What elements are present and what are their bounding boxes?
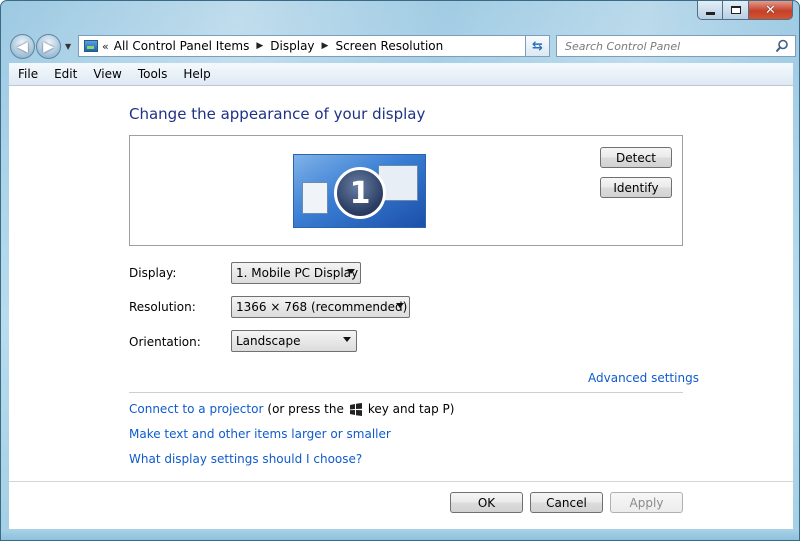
address-bar[interactable]: « All Control Panel Items ▶ Display ▶ Sc… — [78, 35, 549, 57]
display-settings-help-link[interactable]: What display settings should I choose? — [129, 452, 362, 466]
chevron-down-icon — [396, 303, 404, 308]
orientation-select[interactable]: Landscape — [231, 330, 357, 352]
search-input[interactable] — [563, 38, 767, 54]
orientation-label: Orientation: — [129, 335, 201, 349]
detect-button[interactable]: Detect — [600, 147, 672, 168]
close-icon: ✕ — [765, 2, 776, 18]
monitor-number-badge: 1 — [334, 167, 386, 219]
close-button[interactable]: ✕ — [749, 1, 793, 20]
projector-note-suffix: key and tap P) — [367, 402, 455, 416]
control-panel-icon — [84, 40, 98, 52]
display-select-value: 1. Mobile PC Display — [236, 266, 359, 280]
cancel-button[interactable]: Cancel — [530, 492, 603, 513]
projector-row: Connect to a projector (or press the key… — [129, 402, 454, 416]
refresh-button[interactable]: ⇆ — [525, 35, 550, 57]
window-frame-bottom — [1, 529, 799, 540]
breadcrumb-separator-icon[interactable]: ▶ — [256, 41, 263, 51]
menu-tools[interactable]: Tools — [129, 67, 175, 81]
display-label: Display: — [129, 266, 177, 280]
ok-button[interactable]: OK — [450, 492, 523, 513]
breadcrumb-separator-icon[interactable]: ▶ — [322, 41, 329, 51]
menu-view[interactable]: View — [84, 67, 128, 81]
back-button[interactable]: ◀ — [10, 34, 35, 59]
monitor-arrangement: 1 Detect Identify — [129, 135, 683, 246]
desktop-window-thumbnail — [302, 182, 328, 214]
recent-pages-dropdown[interactable]: ▼ — [65, 42, 71, 51]
overflow-chevron-icon[interactable]: « — [102, 40, 109, 53]
maximize-button[interactable] — [723, 1, 749, 20]
breadcrumb-all-control-panel-items[interactable]: All Control Panel Items — [114, 39, 250, 53]
display-select[interactable]: 1. Mobile PC Display — [231, 262, 361, 284]
resolution-select-value: 1366 × 768 (recommended) — [236, 300, 408, 314]
refresh-icon: ⇆ — [532, 38, 543, 54]
window: ✕ ◀ ▶ ▼ « All Control Panel Items ▶ Disp… — [0, 0, 800, 541]
windows-logo-icon — [349, 402, 362, 416]
navigation-bar: ◀ ▶ ▼ « All Control Panel Items ▶ Displa… — [10, 34, 796, 60]
chevron-down-icon — [343, 337, 351, 342]
forward-arrow-icon: ▶ — [43, 38, 54, 55]
resolution-label: Resolution: — [129, 300, 196, 314]
projector-note-prefix: (or press the — [267, 402, 344, 416]
menu-file[interactable]: File — [9, 67, 45, 81]
divider — [129, 392, 683, 393]
forward-button[interactable]: ▶ — [36, 34, 61, 59]
connect-projector-link[interactable]: Connect to a projector — [129, 402, 263, 416]
back-arrow-icon: ◀ — [17, 38, 28, 55]
page-title: Change the appearance of your display — [129, 105, 426, 123]
menu-bar: File Edit View Tools Help — [9, 63, 793, 86]
text-size-link[interactable]: Make text and other items larger or smal… — [129, 427, 391, 441]
apply-button[interactable]: Apply — [610, 492, 683, 513]
minimize-icon — [705, 11, 715, 15]
breadcrumb-screen-resolution[interactable]: Screen Resolution — [335, 39, 443, 53]
orientation-select-value: Landscape — [236, 334, 301, 348]
caption-buttons: ✕ — [697, 1, 793, 20]
menu-help[interactable]: Help — [174, 67, 217, 81]
identify-button[interactable]: Identify — [600, 177, 672, 198]
chevron-down-icon — [347, 269, 355, 274]
breadcrumb-display[interactable]: Display — [270, 39, 314, 53]
monitor-1-thumbnail[interactable]: 1 — [293, 154, 426, 228]
search-box[interactable] — [556, 35, 796, 57]
menu-edit[interactable]: Edit — [45, 67, 84, 81]
advanced-settings-link[interactable]: Advanced settings — [588, 371, 699, 385]
search-icon[interactable] — [775, 39, 789, 53]
resolution-select[interactable]: 1366 × 768 (recommended) — [231, 296, 410, 318]
maximize-icon — [730, 6, 741, 14]
dialog-button-bar: OK Cancel Apply — [9, 481, 793, 532]
minimize-button[interactable] — [697, 1, 723, 20]
content-area: Change the appearance of your display 1 … — [9, 86, 793, 532]
